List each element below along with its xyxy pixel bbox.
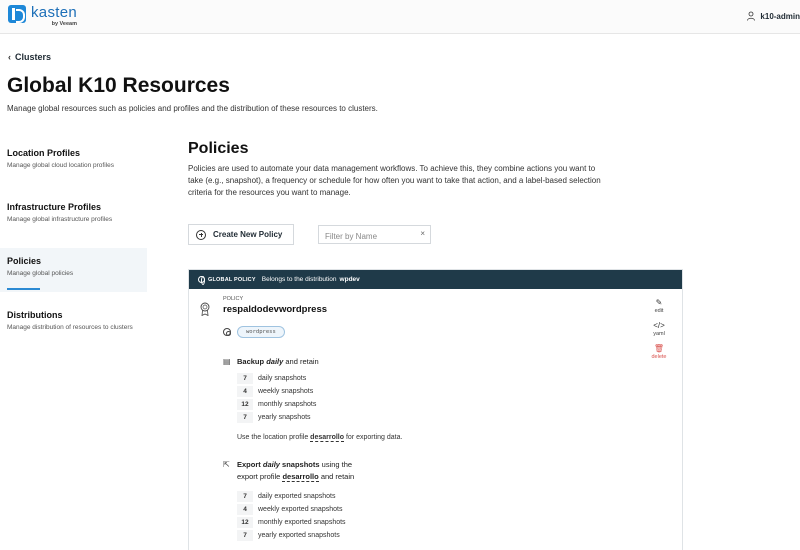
export-title: Export daily snapshots using the <box>237 460 353 469</box>
create-policy-label: Create New Policy <box>213 230 283 239</box>
active-indicator <box>7 288 40 290</box>
sidebar-item-title: Policies <box>7 256 42 266</box>
retention-label: weekly snapshots <box>258 388 314 395</box>
create-policy-button[interactable]: Create New Policy <box>188 224 294 245</box>
filter-input[interactable] <box>319 228 415 245</box>
retention-row: 7 yearly snapshots <box>237 411 311 424</box>
policy-actions: ✎ edit </> yaml 🗑 delete <box>646 298 672 367</box>
backup-icon: ▤ <box>223 357 231 366</box>
export-profile-line: export profile desarrollo and retain <box>237 472 355 482</box>
brand-sub: by Veeam <box>51 21 77 27</box>
page-title: Global K10 Resources <box>7 74 230 97</box>
filter-by-name[interactable]: × <box>318 225 431 245</box>
global-policy-badge: GLOBAL POLICY <box>198 276 256 285</box>
clear-filter-icon[interactable]: × <box>420 229 425 238</box>
export-profile-link[interactable]: desarrollo <box>282 472 319 482</box>
retention-count: 12 <box>237 517 253 528</box>
code-icon: </> <box>653 321 665 330</box>
breadcrumb[interactable]: ‹ Clusters <box>8 52 51 62</box>
yaml-label: yaml <box>653 331 665 337</box>
retention-row: 12 monthly snapshots <box>237 398 316 411</box>
plus-circle-icon <box>196 229 206 240</box>
globe-icon <box>198 276 205 285</box>
export-retention-row: 4 weekly exported snapshots <box>237 503 342 516</box>
policy-label: POLICY <box>223 296 244 302</box>
breadcrumb-clusters[interactable]: Clusters <box>15 52 51 62</box>
retention-count: 12 <box>237 399 253 410</box>
distribution-text: Belongs to the distribution <box>261 276 337 283</box>
sidebar-item-infrastructure-profiles[interactable]: Infrastructure Profiles Manage global in… <box>0 194 147 238</box>
distribution-name[interactable]: wpdev <box>340 276 360 283</box>
sidebar-item-title: Infrastructure Profiles <box>7 202 102 212</box>
sidebar-item-description: Manage global infrastructure profiles <box>7 216 113 223</box>
retention-label: yearly snapshots <box>258 414 311 421</box>
export-retention-row: 12 monthly exported snapshots <box>237 516 346 529</box>
location-profile-note: Use the location profile desarrollo for … <box>237 434 403 442</box>
user-icon <box>747 11 756 21</box>
retention-count: 4 <box>237 386 253 397</box>
kasten-logo[interactable]: kasten by Veeam <box>8 5 77 27</box>
retention-count: 7 <box>237 412 253 423</box>
retention-count: 4 <box>237 504 253 515</box>
sidebar-item-policies[interactable]: Policies Manage global policies <box>0 248 147 292</box>
selector-icon <box>223 328 231 336</box>
retention-count: 7 <box>237 530 253 541</box>
retention-label: monthly exported snapshots <box>258 519 346 526</box>
retention-row: 7 daily snapshots <box>237 372 306 385</box>
retention-label: weekly exported snapshots <box>258 506 343 513</box>
edit-label: edit <box>654 308 664 314</box>
retention-label: yearly exported snapshots <box>258 532 340 539</box>
user-menu[interactable]: k10-admin <box>746 11 800 21</box>
sidebar-item-title: Location Profiles <box>7 148 81 158</box>
edit-button[interactable]: ✎ edit <box>655 298 664 314</box>
brand-name: kasten <box>31 4 77 21</box>
sidebar-item-title: Distributions <box>7 310 63 320</box>
retention-label: daily snapshots <box>258 375 307 382</box>
backup-title: Backup daily and retain <box>237 357 319 366</box>
sidebar-item-description: Manage distribution of resources to clus… <box>7 324 133 331</box>
top-bar: kasten by Veeam k10-admin <box>0 0 800 34</box>
policy-icon <box>200 302 210 316</box>
retention-label: monthly snapshots <box>258 401 317 408</box>
sidebar-item-description: Manage global cloud location profiles <box>7 162 114 169</box>
retention-count: 7 <box>237 373 253 384</box>
kasten-logo-icon <box>8 5 26 23</box>
trash-icon: 🗑 <box>653 344 665 353</box>
export-icon: ⇱ <box>223 460 230 469</box>
sidebar-item-distributions[interactable]: Distributions Manage distribution of res… <box>0 302 147 346</box>
delete-label: delete <box>651 354 667 360</box>
delete-button[interactable]: 🗑 delete <box>652 344 667 360</box>
sidebar-item-location-profiles[interactable]: Location Profiles Manage global cloud lo… <box>0 140 147 184</box>
policy-name: respaldodevwordpress <box>223 304 328 315</box>
export-retention-row: 7 daily exported snapshots <box>237 490 335 503</box>
retention-row: 4 weekly snapshots <box>237 385 313 398</box>
edit-icon: ✎ <box>655 298 663 307</box>
section-description: Policies are used to automate your data … <box>188 164 601 197</box>
chevron-left-icon: ‹ <box>8 52 11 62</box>
export-retention-row: 7 yearly exported snapshots <box>237 529 340 542</box>
retention-label: daily exported snapshots <box>258 493 336 500</box>
section-title: Policies <box>188 140 249 157</box>
selector-tag: wordpress <box>237 326 285 338</box>
page-subtitle: Manage global resources such as policies… <box>7 104 378 113</box>
sidebar-item-description: Manage global policies <box>7 270 74 277</box>
policy-card: GLOBAL POLICY Belongs to the distributio… <box>188 269 683 550</box>
user-name: k10-admin <box>760 11 800 21</box>
global-policy-label: GLOBAL POLICY <box>208 276 256 283</box>
retention-count: 7 <box>237 491 253 502</box>
location-profile-link[interactable]: desarrollo <box>310 434 345 442</box>
yaml-button[interactable]: </> yaml <box>653 321 665 337</box>
policy-card-header: GLOBAL POLICY Belongs to the distributio… <box>189 270 682 289</box>
